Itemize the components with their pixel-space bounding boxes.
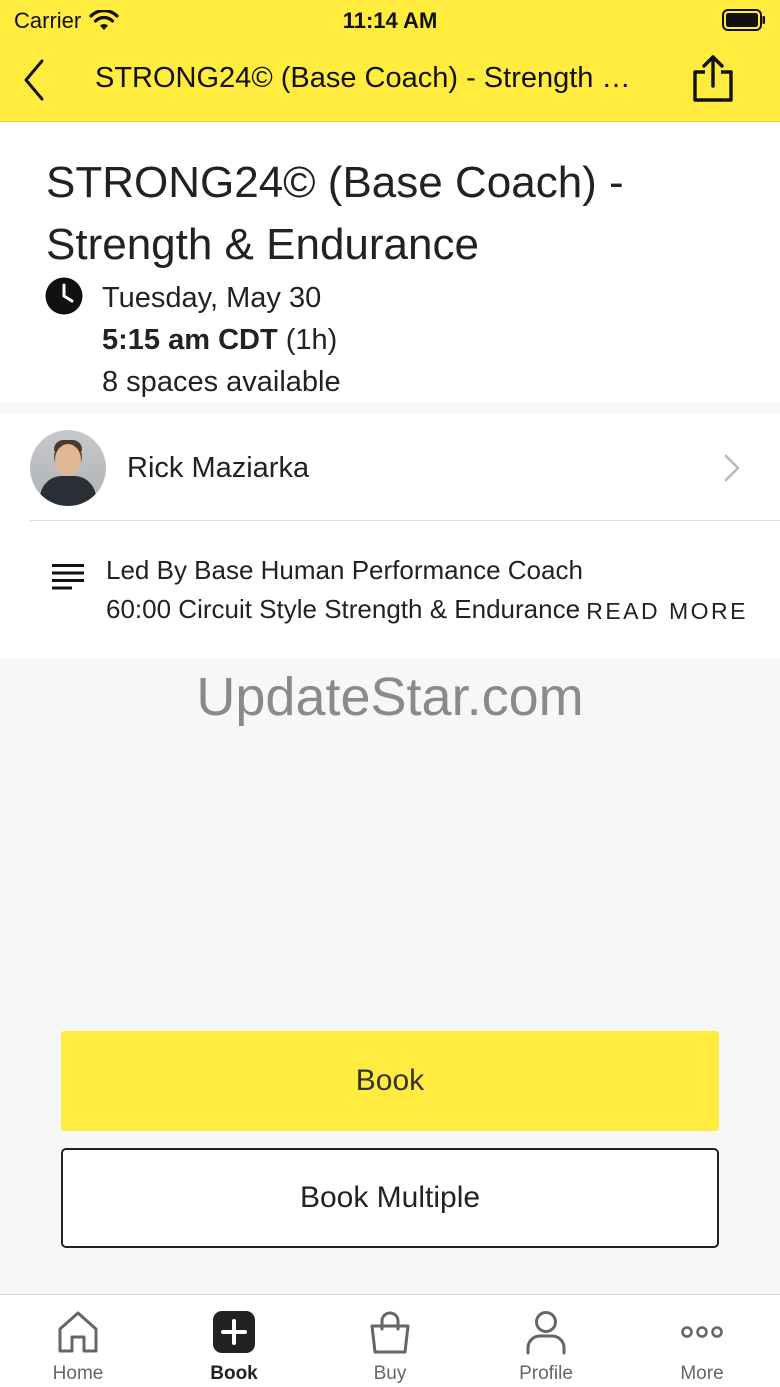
tab-book[interactable]: Book bbox=[156, 1295, 312, 1387]
text-lines-icon bbox=[52, 564, 84, 590]
nav-title: STRONG24© (Base Coach) - Strength & Endu… bbox=[95, 62, 635, 94]
class-title: STRONG24© (Base Coach) - Strength & Endu… bbox=[46, 158, 624, 269]
avatar bbox=[30, 430, 106, 506]
read-more-link[interactable]: READ MORE bbox=[586, 598, 748, 625]
class-time-row: 5:15 am CDT (1h) bbox=[102, 319, 341, 361]
clock-icon bbox=[45, 277, 83, 315]
class-time: 5:15 am CDT bbox=[102, 324, 278, 356]
watermark: UpdateStar.com bbox=[196, 667, 584, 727]
tab-profile[interactable]: Profile bbox=[468, 1295, 624, 1387]
tab-buy[interactable]: Buy bbox=[312, 1295, 468, 1387]
tab-home[interactable]: Home bbox=[0, 1295, 156, 1387]
tab-label: Home bbox=[52, 1363, 104, 1384]
more-dots-icon bbox=[681, 1326, 723, 1338]
tab-label: More bbox=[680, 1363, 724, 1384]
status-bar: Carrier 11:14 AM bbox=[0, 0, 780, 40]
instructor-name: Rick Maziarka bbox=[127, 452, 310, 484]
tab-label: Book bbox=[210, 1363, 258, 1384]
tab-more[interactable]: More bbox=[624, 1295, 780, 1387]
class-duration: (1h) bbox=[285, 324, 338, 356]
shopping-bag-icon bbox=[370, 1311, 410, 1354]
class-info: Tuesday, May 30 5:15 am CDT (1h) 8 space… bbox=[102, 277, 341, 403]
description-line-2: 60:00 Circuit Style Strength & Endurance bbox=[106, 594, 581, 624]
plus-square-icon bbox=[213, 1311, 255, 1353]
divider bbox=[30, 520, 780, 521]
tab-bar: Home Book Buy Profile More bbox=[0, 1294, 780, 1387]
person-icon bbox=[526, 1311, 566, 1355]
status-time: 11:14 AM bbox=[342, 8, 438, 33]
description-line-1: Led By Base Human Performance Coach bbox=[106, 555, 583, 585]
tab-label: Buy bbox=[373, 1363, 407, 1384]
instructor-row[interactable]: Rick Maziarka bbox=[0, 414, 780, 520]
navigation-bar: STRONG24© (Base Coach) - Strength & Endu… bbox=[0, 40, 780, 122]
class-header: STRONG24© (Base Coach) - Strength & Endu… bbox=[0, 122, 780, 402]
class-spaces: 8 spaces available bbox=[102, 366, 341, 398]
class-date: Tuesday, May 30 bbox=[102, 282, 322, 314]
battery-icon bbox=[722, 9, 765, 31]
home-icon bbox=[58, 1311, 98, 1353]
class-details: Rick Maziarka Led By Base Human Performa… bbox=[0, 414, 780, 658]
tab-label: Profile bbox=[519, 1363, 573, 1384]
top-bar: Carrier 11:14 AM STRONG24© (Base Coach) … bbox=[0, 0, 780, 122]
share-icon[interactable] bbox=[690, 54, 736, 104]
book-multiple-button[interactable]: Book Multiple bbox=[61, 1148, 719, 1248]
back-chevron-icon[interactable] bbox=[18, 58, 52, 102]
book-button[interactable]: Book bbox=[61, 1031, 719, 1131]
chevron-right-icon bbox=[724, 454, 740, 482]
